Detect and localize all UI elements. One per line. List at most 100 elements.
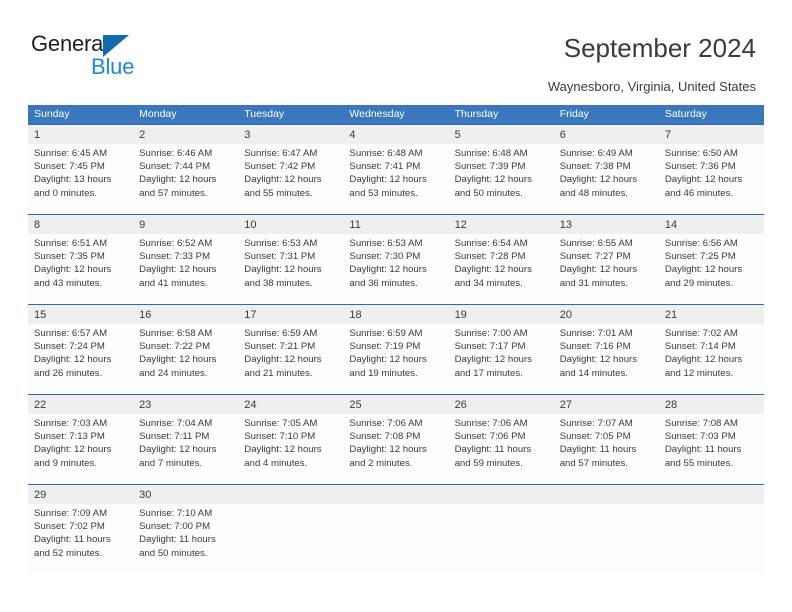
day-cell[interactable]: 12 Sunrise: 6:54 AM Sunset: 7:28 PM Dayl…: [448, 215, 554, 304]
sunset-line: Sunset: 7:28 PM: [454, 251, 526, 263]
calendar-grid: Sunday Monday Tuesday Wednesday Thursday…: [28, 105, 764, 574]
day-number: 16: [139, 309, 152, 321]
sunset-line: Sunset: 7:35 PM: [34, 251, 105, 263]
daylight-line-2: and 4 minutes.: [244, 457, 308, 469]
daylight-line-1: Daylight: 12 hours: [664, 174, 743, 186]
day-cell[interactable]: 8 Sunrise: 6:51 AM Sunset: 7:35 PM Dayli…: [28, 215, 134, 304]
day-cell-empty: [658, 485, 764, 574]
day-number-band: [238, 485, 344, 504]
weekday-header-saturday: Saturday: [664, 108, 707, 120]
day-number: 21: [664, 309, 678, 321]
day-number-band: [28, 125, 134, 144]
daylight-line-2: and 38 minutes.: [244, 277, 313, 289]
day-cell[interactable]: 21 Sunrise: 7:02 AM Sunset: 7:14 PM Dayl…: [658, 305, 764, 394]
sunrise-line: Sunrise: 6:45 AM: [34, 148, 108, 159]
day-cell[interactable]: 3 Sunrise: 6:47 AM Sunset: 7:42 PM Dayli…: [238, 125, 344, 214]
day-cell[interactable]: 24 Sunrise: 7:05 AM Sunset: 7:10 PM Dayl…: [238, 395, 344, 484]
daylight-line-1: Daylight: 12 hours: [664, 354, 743, 366]
day-cell[interactable]: 17 Sunrise: 6:59 AM Sunset: 7:21 PM Dayl…: [238, 305, 344, 394]
day-cell[interactable]: 4 Sunrise: 6:48 AM Sunset: 7:41 PM Dayli…: [343, 125, 449, 214]
day-cell[interactable]: 19 Sunrise: 7:00 AM Sunset: 7:17 PM Dayl…: [448, 305, 554, 394]
day-number: 10: [244, 219, 257, 231]
day-number: 8: [34, 219, 41, 231]
day-cell[interactable]: 2 Sunrise: 6:46 AM Sunset: 7:44 PM Dayli…: [133, 125, 239, 214]
day-cell[interactable]: 16 Sunrise: 6:58 AM Sunset: 7:22 PM Dayl…: [133, 305, 239, 394]
sunset-line: Sunset: 7:11 PM: [139, 431, 210, 443]
day-details: Sunrise: 6:49 AM Sunset: 7:38 PM Dayligh…: [560, 147, 655, 200]
daylight-line-2: and 14 minutes.: [559, 367, 628, 379]
daylight-line-1: Daylight: 12 hours: [139, 264, 217, 276]
sunrise-line: Sunrise: 7:09 AM: [34, 508, 108, 519]
day-details: Sunrise: 6:59 AM Sunset: 7:21 PM Dayligh…: [244, 327, 339, 380]
daylight-line-2: and 57 minutes.: [559, 457, 628, 469]
day-cell[interactable]: 29 Sunrise: 7:09 AM Sunset: 7:02 PM Dayl…: [28, 485, 134, 574]
day-cell[interactable]: 22 Sunrise: 7:03 AM Sunset: 7:13 PM Dayl…: [28, 395, 134, 484]
day-details: Sunrise: 6:56 AM Sunset: 7:25 PM Dayligh…: [665, 237, 760, 290]
sunset-line: Sunset: 7:02 PM: [34, 521, 105, 533]
daylight-line-1: Daylight: 12 hours: [244, 354, 322, 366]
daylight-line-2: and 24 minutes.: [139, 367, 208, 379]
daylight-line-1: Daylight: 12 hours: [244, 174, 322, 186]
daylight-line-1: Daylight: 11 hours: [454, 444, 532, 456]
day-cell[interactable]: 9 Sunrise: 6:52 AM Sunset: 7:33 PM Dayli…: [133, 215, 239, 304]
logo-text-blue: Blue: [91, 54, 135, 79]
sunrise-line: Sunrise: 6:48 AM: [349, 148, 423, 159]
general-blue-logo[interactable]: General Blue: [31, 32, 211, 82]
day-cell[interactable]: 11 Sunrise: 6:53 AM Sunset: 7:30 PM Dayl…: [343, 215, 449, 304]
day-details: Sunrise: 7:10 AM Sunset: 7:00 PM Dayligh…: [139, 507, 234, 560]
daylight-line-1: Daylight: 12 hours: [139, 174, 217, 186]
daylight-line-1: Daylight: 11 hours: [559, 444, 637, 456]
day-cell[interactable]: 13 Sunrise: 6:55 AM Sunset: 7:27 PM Dayl…: [553, 215, 659, 304]
sunset-line: Sunset: 7:42 PM: [244, 161, 316, 173]
sunrise-line: Sunrise: 7:06 AM: [454, 418, 528, 429]
daylight-line-1: Daylight: 13 hours: [34, 174, 112, 186]
day-cell[interactable]: 7 Sunrise: 6:50 AM Sunset: 7:36 PM Dayli…: [658, 125, 764, 214]
daylight-line-1: Daylight: 12 hours: [244, 264, 322, 276]
daylight-line-1: Daylight: 12 hours: [34, 354, 112, 366]
sunset-line: Sunset: 7:45 PM: [34, 161, 105, 173]
day-number: 3: [244, 129, 251, 141]
sunset-line: Sunset: 7:39 PM: [454, 161, 526, 173]
day-cell[interactable]: 1 Sunrise: 6:45 AM Sunset: 7:45 PM Dayli…: [28, 125, 134, 214]
day-number-band: [343, 485, 449, 504]
day-details: Sunrise: 6:50 AM Sunset: 7:36 PM Dayligh…: [665, 147, 760, 200]
daylight-line-1: Daylight: 12 hours: [349, 174, 427, 186]
sunrise-line: Sunrise: 6:46 AM: [139, 148, 213, 159]
daylight-line-2: and 55 minutes.: [664, 457, 734, 469]
day-cell[interactable]: 6 Sunrise: 6:49 AM Sunset: 7:38 PM Dayli…: [553, 125, 659, 214]
day-number: 25: [349, 399, 362, 411]
sunset-line: Sunset: 7:13 PM: [34, 431, 105, 443]
sunrise-line: Sunrise: 6:57 AM: [34, 328, 108, 339]
sunset-line: Sunset: 7:33 PM: [139, 251, 211, 263]
day-cell[interactable]: 26 Sunrise: 7:06 AM Sunset: 7:06 PM Dayl…: [448, 395, 554, 484]
sunrise-line: Sunrise: 7:10 AM: [139, 508, 213, 519]
sunrise-line: Sunrise: 7:04 AM: [139, 418, 213, 429]
day-details: Sunrise: 6:46 AM Sunset: 7:44 PM Dayligh…: [139, 147, 234, 200]
day-cell[interactable]: 30 Sunrise: 7:10 AM Sunset: 7:00 PM Dayl…: [133, 485, 239, 574]
daylight-line-2: and 43 minutes.: [34, 277, 103, 289]
day-details: Sunrise: 7:04 AM Sunset: 7:11 PM Dayligh…: [139, 417, 234, 470]
daylight-line-1: Daylight: 11 hours: [34, 534, 111, 546]
day-number: 23: [139, 399, 152, 411]
sunset-line: Sunset: 7:03 PM: [664, 431, 736, 443]
day-cell[interactable]: 27 Sunrise: 7:07 AM Sunset: 7:05 PM Dayl…: [553, 395, 659, 484]
weekday-header-tuesday: Tuesday: [244, 108, 285, 120]
day-details: Sunrise: 7:02 AM Sunset: 7:14 PM Dayligh…: [665, 327, 760, 380]
day-cell[interactable]: 23 Sunrise: 7:04 AM Sunset: 7:11 PM Dayl…: [133, 395, 239, 484]
day-cell[interactable]: 20 Sunrise: 7:01 AM Sunset: 7:16 PM Dayl…: [553, 305, 659, 394]
daylight-line-2: and 21 minutes.: [244, 367, 313, 379]
day-number: 1: [34, 129, 41, 141]
day-cell[interactable]: 25 Sunrise: 7:06 AM Sunset: 7:08 PM Dayl…: [343, 395, 449, 484]
sunset-line: Sunset: 7:16 PM: [559, 341, 631, 353]
day-details: Sunrise: 7:07 AM Sunset: 7:05 PM Dayligh…: [560, 417, 655, 470]
weekday-header-thursday: Thursday: [454, 108, 499, 120]
daylight-line-2: and 55 minutes.: [244, 187, 313, 199]
day-cell[interactable]: 28 Sunrise: 7:08 AM Sunset: 7:03 PM Dayl…: [658, 395, 764, 484]
day-cell[interactable]: 15 Sunrise: 6:57 AM Sunset: 7:24 PM Dayl…: [28, 305, 134, 394]
day-cell[interactable]: 10 Sunrise: 6:53 AM Sunset: 7:31 PM Dayl…: [238, 215, 344, 304]
day-cell[interactable]: 14 Sunrise: 6:56 AM Sunset: 7:25 PM Dayl…: [658, 215, 764, 304]
day-cell[interactable]: 18 Sunrise: 6:59 AM Sunset: 7:19 PM Dayl…: [343, 305, 449, 394]
daylight-line-1: Daylight: 12 hours: [559, 174, 638, 186]
day-cell[interactable]: 5 Sunrise: 6:48 AM Sunset: 7:39 PM Dayli…: [448, 125, 554, 214]
day-number: 30: [139, 489, 152, 501]
